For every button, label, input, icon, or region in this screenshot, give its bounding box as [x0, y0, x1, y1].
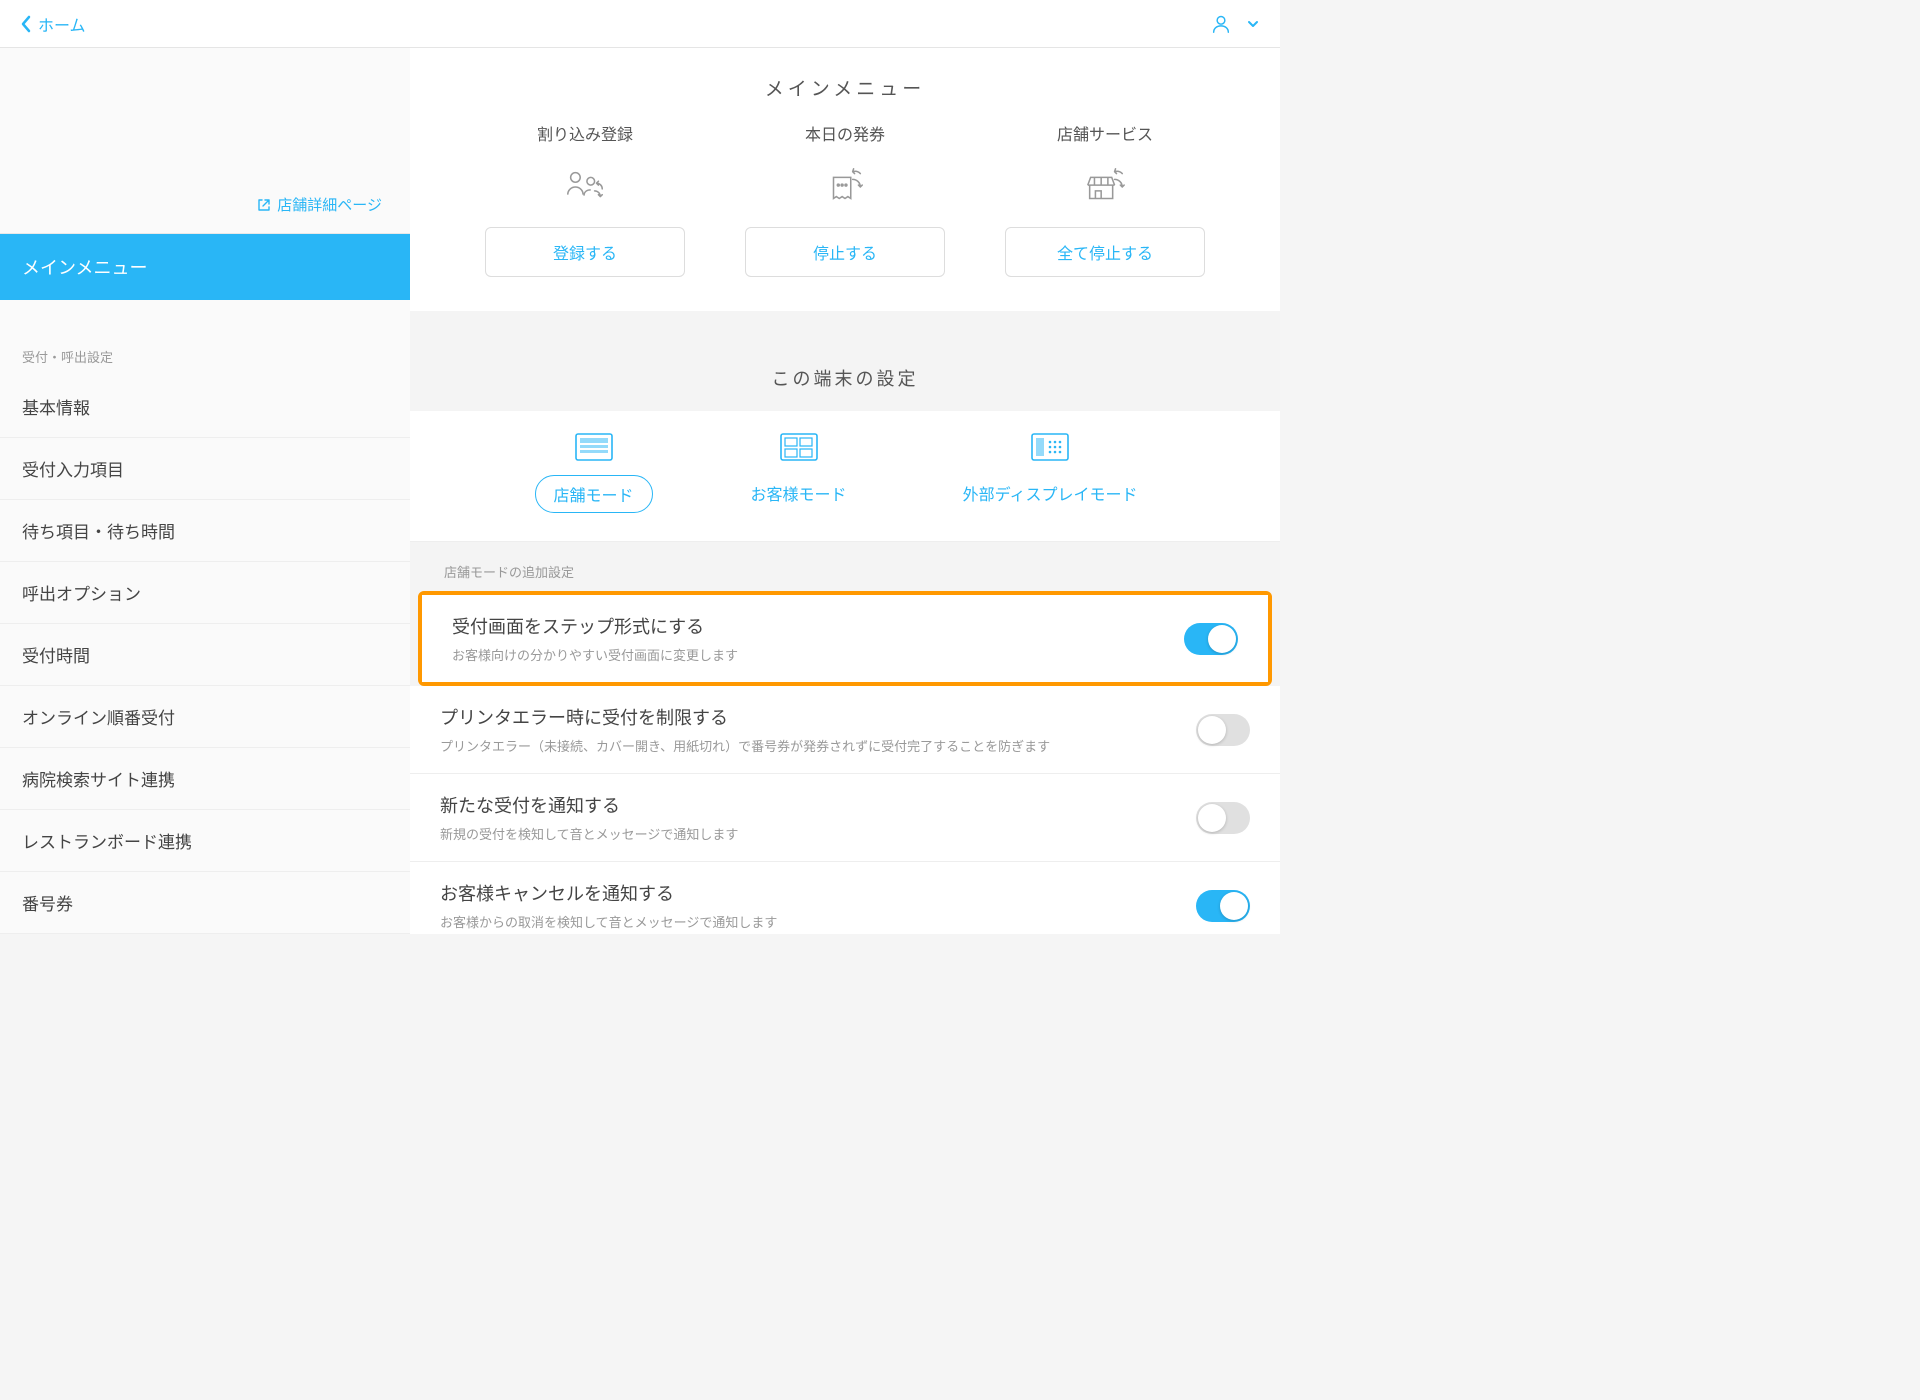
sidebar-item[interactable]: 受付入力項目	[0, 438, 410, 500]
chevron-down-icon[interactable]	[1246, 17, 1260, 31]
store-detail-link[interactable]: 店舗詳細ページ	[0, 178, 410, 234]
mode-tab-external[interactable]: 外部ディスプレイモード	[945, 429, 1156, 513]
menu-card-label: 割り込み登録	[485, 121, 685, 145]
sidebar: 店舗詳細ページ メインメニュー 受付・呼出設定 基本情報 受付入力項目 待ち項目…	[0, 48, 410, 934]
stop-button[interactable]: 停止する	[745, 227, 945, 277]
store-mode-icon	[535, 429, 653, 465]
setting-row-step-form: 受付画面をステップ形式にする お客様向けの分かりやすい受付画面に変更します	[422, 595, 1268, 682]
menu-card-label: 店舗サービス	[1005, 121, 1205, 145]
toggle-new-reception[interactable]	[1196, 802, 1250, 834]
sidebar-item[interactable]: 待ち項目・待ち時間	[0, 500, 410, 562]
back-button[interactable]: ホーム	[20, 12, 86, 36]
sidebar-item[interactable]: オンライン順番受付	[0, 686, 410, 748]
stop-all-button[interactable]: 全て停止する	[1005, 227, 1205, 277]
terminal-settings-panel: この端末の設定 店舗モード お客様モード	[410, 335, 1280, 934]
toggle-cancel-notify[interactable]	[1196, 890, 1250, 922]
sidebar-section-label: 受付・呼出設定	[0, 325, 410, 376]
menu-card-ticket: 本日の発券 停止する	[745, 121, 945, 277]
receipt-cycle-icon	[745, 159, 945, 215]
store-cycle-icon	[1005, 159, 1205, 215]
setting-desc: お客様向けの分かりやすい受付画面に変更します	[452, 645, 738, 664]
header: ホーム	[0, 0, 1280, 48]
user-icon[interactable]	[1210, 13, 1232, 35]
setting-title: プリンタエラー時に受付を制限する	[440, 704, 1050, 730]
setting-desc: 新規の受付を検知して音とメッセージで通知します	[440, 824, 738, 843]
external-link-icon	[257, 198, 271, 212]
people-cycle-icon	[485, 159, 685, 215]
setting-title: 受付画面をステップ形式にする	[452, 613, 738, 639]
setting-row-new-reception: 新たな受付を通知する 新規の受付を検知して音とメッセージで通知します	[410, 774, 1280, 862]
setting-title: 新たな受付を通知する	[440, 792, 738, 818]
sidebar-item[interactable]: 病院検索サイト連携	[0, 748, 410, 810]
toggle-printer-error[interactable]	[1196, 714, 1250, 746]
header-right	[1210, 13, 1260, 35]
sidebar-item-main-menu[interactable]: メインメニュー	[0, 234, 410, 300]
mode-tab-label: お客様モード	[733, 475, 865, 511]
chevron-left-icon	[20, 15, 32, 33]
menu-card-interrupt: 割り込み登録 登録する	[485, 121, 685, 277]
setting-row-cancel-notify: お客様キャンセルを通知する お客様からの取消を検知して音とメッセージで通知します	[410, 862, 1280, 934]
toggle-step-form[interactable]	[1184, 623, 1238, 655]
main-menu-panel: メインメニュー 割り込み登録 登録する 本日の発券 停止	[410, 48, 1280, 311]
setting-title: お客様キャンセルを通知する	[440, 880, 777, 906]
store-detail-link-label: 店舗詳細ページ	[277, 194, 382, 215]
register-button[interactable]: 登録する	[485, 227, 685, 277]
menu-card-store-service: 店舗サービス 全て停止する	[1005, 121, 1205, 277]
setting-desc: プリンタエラー（未接続、カバー開き、用紙切れ）で番号券が発券されずに受付完了する…	[440, 736, 1050, 755]
terminal-title: この端末の設定	[410, 335, 1280, 411]
main-menu-title: メインメニュー	[410, 48, 1280, 115]
customer-mode-icon	[733, 429, 865, 465]
external-display-mode-icon	[945, 429, 1156, 465]
mode-tab-customer[interactable]: お客様モード	[733, 429, 865, 513]
setting-desc: お客様からの取消を検知して音とメッセージで通知します	[440, 912, 777, 931]
settings-section-label: 店舗モードの追加設定	[410, 542, 1280, 591]
mode-tab-store[interactable]: 店舗モード	[535, 429, 653, 513]
sidebar-item[interactable]: 番号券	[0, 872, 410, 934]
sidebar-item[interactable]: レストランボード連携	[0, 810, 410, 872]
mode-tab-label: 店舗モード	[535, 475, 653, 513]
mode-tab-label: 外部ディスプレイモード	[945, 475, 1156, 511]
mode-tabs: 店舗モード お客様モード 外部ディスプレイモード	[410, 411, 1280, 542]
back-label: ホーム	[38, 12, 86, 36]
menu-card-label: 本日の発券	[745, 121, 945, 145]
sidebar-item[interactable]: 基本情報	[0, 376, 410, 438]
main: メインメニュー 割り込み登録 登録する 本日の発券 停止	[410, 48, 1280, 934]
highlighted-setting: 受付画面をステップ形式にする お客様向けの分かりやすい受付画面に変更します	[418, 591, 1272, 686]
setting-row-printer-error: プリンタエラー時に受付を制限する プリンタエラー（未接続、カバー開き、用紙切れ）…	[410, 686, 1280, 774]
sidebar-item[interactable]: 受付時間	[0, 624, 410, 686]
sidebar-item[interactable]: 呼出オプション	[0, 562, 410, 624]
